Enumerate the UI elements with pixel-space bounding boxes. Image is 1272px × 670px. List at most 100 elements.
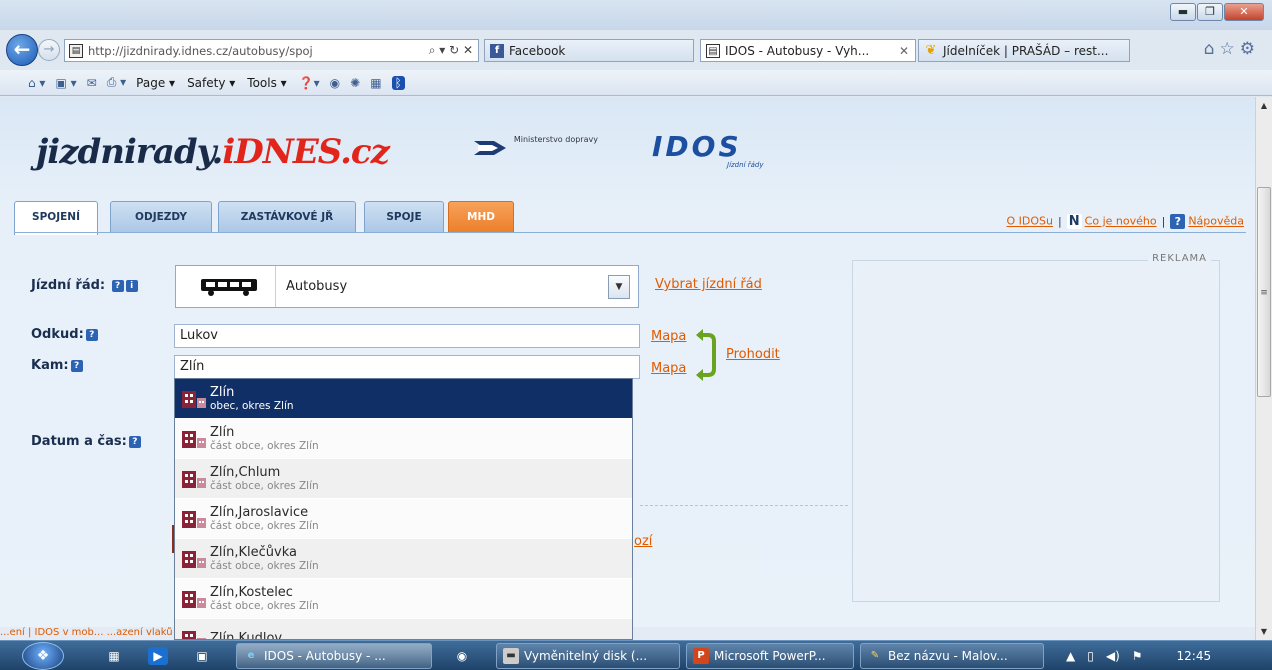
leaf-icon: ❦ [925, 42, 937, 58]
idos-logo[interactable]: IDOS [652, 130, 742, 163]
task-ie-idos[interactable]: e IDOS - Autobusy - ... [236, 643, 432, 669]
help-icon[interactable]: ? [111, 280, 124, 292]
print-icon[interactable]: ⎙ ▾ [107, 75, 126, 90]
about-idos-link[interactable]: O IDOSu [1006, 215, 1052, 228]
swap-arrows-icon[interactable] [694, 327, 718, 383]
top-links: O IDOSu | N Co je nového |? Nápověda [1006, 214, 1244, 229]
feeds-icon[interactable]: ▣ ▾ [55, 76, 76, 90]
swap-link[interactable]: Prohodit [726, 347, 780, 362]
autocomplete-item[interactable]: Zlín,Chlum část obce, okres Zlín [175, 459, 632, 499]
autocomplete-text: Zlín,Kostelec část obce, okres Zlín [210, 585, 319, 613]
autocomplete-item[interactable]: Zlín,Klečůvka část obce, okres Zlín [175, 539, 632, 579]
site-favicon-icon: ▤ [69, 43, 83, 58]
volume-icon[interactable]: ◀) [1106, 649, 1120, 663]
address-controls[interactable]: ⌕ ▾ ↻ ✕ [424, 43, 478, 58]
info-icon[interactable]: i [125, 280, 138, 292]
autocomplete-text: Zlín část obce, okres Zlín [210, 425, 319, 453]
to-map-link[interactable]: Mapa [651, 361, 686, 376]
tab-zastavkove-jr[interactable]: ZASTÁVKOVÉ JŘ [218, 201, 356, 233]
settings-gear-icon[interactable]: ⚙ [1240, 39, 1260, 59]
home-icon[interactable]: ⌂ ▾ [28, 76, 45, 90]
municipality-building-icon [182, 470, 206, 488]
municipality-building-icon [182, 430, 206, 448]
partial-link[interactable]: ozí [634, 534, 652, 549]
bluetooth-icon[interactable]: ᛒ [391, 75, 405, 90]
autocomplete-item[interactable]: Zlín obec, okres Zlín [175, 379, 632, 419]
to-input[interactable]: Zlín [174, 355, 640, 379]
address-bar[interactable]: ▤ http://jizdnirady.idnes.cz/autobusy/sp… [64, 39, 479, 62]
url-text[interactable]: http://jizdnirady.idnes.cz/autobusy/spoj [88, 44, 424, 58]
action-center-flag-icon[interactable]: ⚑ [1132, 649, 1143, 663]
ministry-logo[interactable]: Ministerstvo dopravy [472, 135, 598, 161]
chevron-down-icon[interactable]: ▼ [608, 274, 630, 299]
municipality-building-icon [182, 510, 206, 528]
task-paint[interactable]: ✎ Bez názvu - Malov... [860, 643, 1044, 669]
forward-button[interactable]: → [38, 39, 60, 61]
back-button[interactable]: ← [6, 34, 38, 66]
tab-mhd[interactable]: MHD [448, 201, 514, 233]
home-icon[interactable]: ⌂ [1204, 39, 1220, 59]
from-input[interactable]: Lukov [174, 324, 640, 348]
autocomplete-text: Zlín,Jaroslavice část obce, okres Zlín [210, 505, 319, 533]
taskbar-app-icon[interactable]: ◉ [452, 647, 472, 665]
tab-close-icon[interactable]: ✕ [893, 44, 915, 58]
autocomplete-item[interactable]: Zlín,Kostelec část obce, okres Zlín [175, 579, 632, 619]
eye-icon[interactable]: ◉ [330, 76, 340, 90]
autocomplete-description: část obce, okres Zlín [210, 479, 319, 492]
tab-spojeni[interactable]: SPOJENÍ [14, 201, 98, 235]
gear-addon-icon[interactable]: ✺ [350, 76, 360, 90]
site-logo[interactable]: jizdnirady.iDNES.cz [36, 132, 390, 172]
tab-label: IDOS - Autobusy - Vyh... [725, 43, 870, 58]
help-link[interactable]: Nápověda [1188, 215, 1244, 228]
research-icon[interactable]: ▦ [370, 76, 381, 90]
clock-time[interactable]: 12:45 [1177, 649, 1212, 663]
media-player-icon[interactable]: ▶ [148, 647, 168, 665]
choose-timetable-link[interactable]: Vybrat jízdní řád [655, 277, 762, 292]
tools-menu[interactable]: Tools ▾ [247, 76, 286, 90]
mail-icon[interactable]: ✉ [87, 76, 97, 90]
scroll-up-icon[interactable]: ▲ [1256, 97, 1272, 114]
windows-explorer-icon[interactable]: ▣ [192, 647, 212, 665]
autocomplete-description: část obce, okres Zlín [210, 519, 319, 532]
tab-facebook[interactable]: f Facebook [484, 39, 694, 62]
favorites-star-icon[interactable]: ☆ [1220, 39, 1240, 59]
tray-device-icon[interactable]: ▯ [1087, 649, 1094, 663]
powerpoint-icon: P [693, 648, 709, 664]
tab-spoje[interactable]: SPOJE [364, 201, 444, 233]
tab-jidelnicek[interactable]: ❦ Jídelníček | PRAŠÁD – rest... [918, 39, 1130, 62]
from-map-link[interactable]: Mapa [651, 329, 686, 344]
show-desktop-icon[interactable]: ▦ [104, 647, 124, 665]
autocomplete-name: Zlín,Klečůvka [210, 544, 297, 560]
restore-button[interactable]: ❐ [1197, 3, 1223, 21]
tray-expand-icon[interactable]: ▲ [1066, 649, 1075, 663]
idos-subtitle: Jízdní řády [727, 161, 764, 169]
close-button[interactable]: ✕ [1224, 3, 1264, 21]
timetable-select[interactable]: Autobusy ▼ [175, 265, 639, 308]
tab-odjezdy[interactable]: ODJEZDY [110, 201, 212, 233]
task-removable-disk[interactable]: ▬ Vyměnitelný disk (... [496, 643, 680, 669]
help-icon[interactable]: ? [70, 360, 83, 372]
autocomplete-item[interactable]: Zlín část obce, okres Zlín [175, 419, 632, 459]
scroll-thumb[interactable]: ≡ [1257, 187, 1271, 397]
autocomplete-dropdown: Zlín obec, okres Zlín Zlín část obce, okres… [174, 378, 633, 640]
autocomplete-item[interactable]: Zlín,Kudlov [175, 619, 632, 639]
page-menu[interactable]: Page ▾ [136, 76, 175, 90]
news-link[interactable]: Co je nového [1085, 215, 1157, 228]
vertical-scrollbar[interactable]: ▲ ≡ ▼ [1255, 97, 1272, 640]
scroll-down-icon[interactable]: ▼ [1256, 623, 1272, 640]
tab-idos[interactable]: ▤ IDOS - Autobusy - Vyh... ✕ [700, 39, 916, 62]
start-button[interactable]: ❖ [22, 642, 64, 670]
help-icon[interactable]: ❓▾ [299, 76, 320, 90]
autocomplete-item[interactable]: Zlín,Jaroslavice část obce, okres Zlín [175, 499, 632, 539]
task-powerpoint[interactable]: P Microsoft PowerP... [686, 643, 854, 669]
from-label: Odkud:? [31, 327, 98, 342]
help-icon[interactable]: ? [85, 329, 98, 341]
help-icon[interactable]: ? [128, 436, 141, 448]
safety-menu[interactable]: Safety ▾ [187, 76, 235, 90]
autocomplete-description: část obce, okres Zlín [210, 439, 319, 452]
autocomplete-text: Zlín obec, okres Zlín [210, 385, 294, 413]
autocomplete-name: Zlín,Kostelec [210, 584, 293, 600]
autocomplete-name: Zlín,Jaroslavice [210, 504, 309, 520]
minimize-button[interactable]: ▬ [1170, 3, 1196, 21]
datetime-label: Datum a čas:? [31, 434, 141, 449]
